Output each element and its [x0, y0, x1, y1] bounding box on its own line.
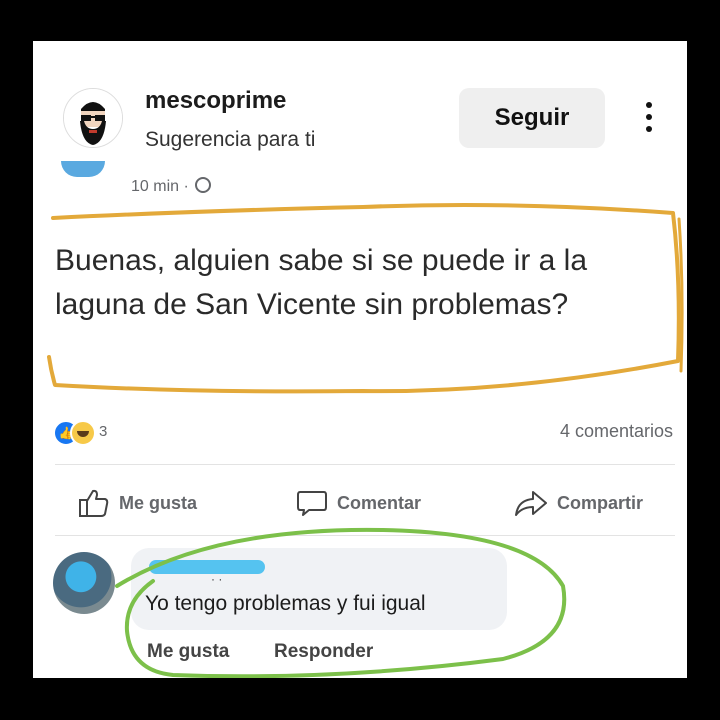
comment-bubble-icon	[297, 491, 327, 516]
like-label: Me gusta	[119, 492, 198, 513]
share-button[interactable]: Compartir	[513, 486, 643, 520]
post-timestamp: 10 min ·	[131, 177, 212, 196]
comment-bubble: · · Yo tengo problemas y fui igual	[131, 548, 507, 630]
comment-like-link[interactable]: Me gusta	[147, 641, 229, 663]
share-label: Compartir	[557, 492, 644, 513]
reaction-count: 3	[99, 423, 108, 440]
comment-button[interactable]: Comentar	[295, 486, 421, 520]
redacted-name-trail: · ·	[211, 572, 223, 586]
like-button[interactable]: Me gusta	[77, 486, 197, 520]
follow-button[interactable]: Seguir	[459, 88, 605, 148]
comments-count[interactable]: 4 comentarios	[560, 421, 673, 442]
username[interactable]: mescoprime	[145, 87, 286, 115]
thumbs-up-icon	[79, 489, 109, 517]
haha-reaction-icon	[70, 420, 96, 446]
comment-text: Yo tengo problemas y fui igual	[145, 592, 426, 615]
commenter-avatar[interactable]	[53, 552, 115, 614]
divider	[55, 535, 675, 536]
divider	[55, 464, 675, 465]
vertical-dots-icon[interactable]	[637, 99, 661, 139]
post-text: Buenas, alguien sabe si se puede ir a la…	[55, 244, 588, 321]
post-card: mescoprime Sugerencia para ti Seguir 10 …	[33, 41, 687, 678]
comment-reply-link[interactable]: Responder	[274, 641, 373, 663]
redacted-commenter-name	[149, 560, 265, 574]
share-arrow-icon	[515, 491, 547, 516]
suggestion-label: Sugerencia para ti	[145, 128, 316, 151]
comment-label: Comentar	[337, 492, 422, 513]
bearded-man-sunglasses-icon	[64, 89, 122, 147]
original-avatar-fragment	[61, 161, 105, 177]
avatar[interactable]	[63, 88, 123, 148]
globe-icon	[195, 177, 212, 193]
post-time: 10 min ·	[131, 178, 189, 195]
